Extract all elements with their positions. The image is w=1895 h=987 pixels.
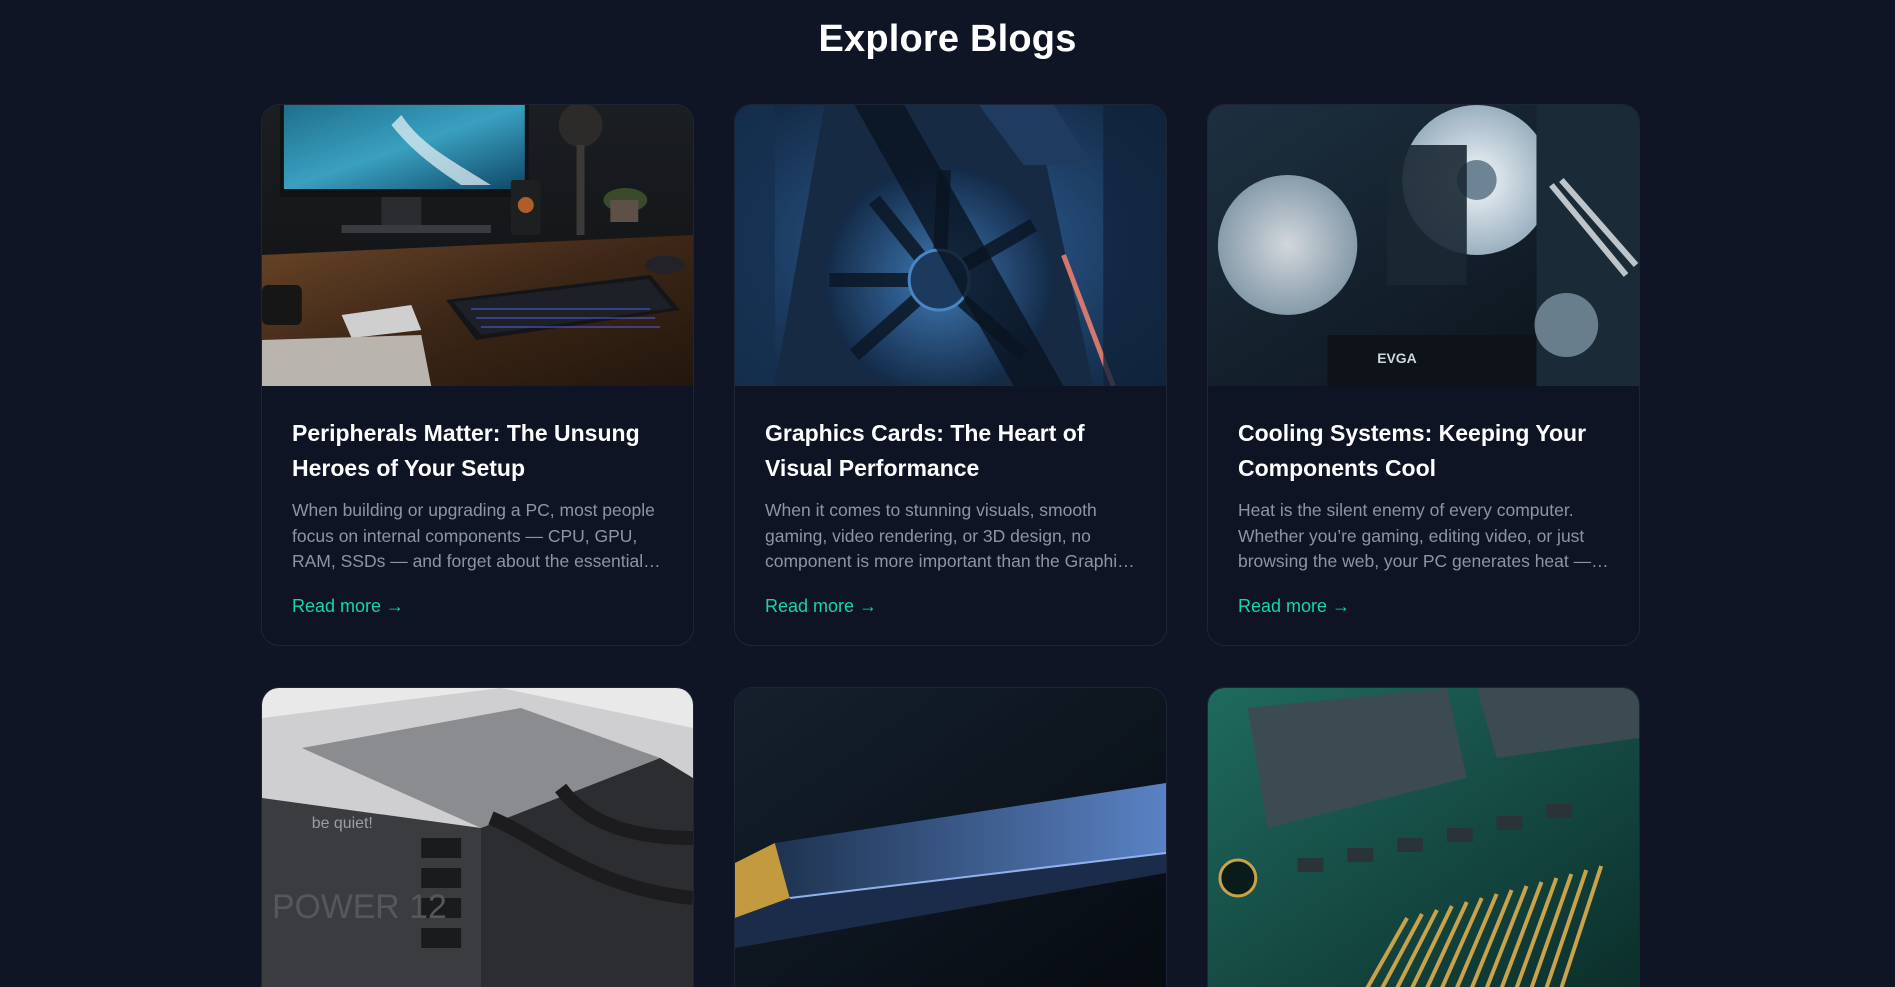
page-title: Explore Blogs (818, 18, 1077, 60)
blog-card-cooling-systems[interactable]: EVGA Cooling Systems: Keeping Your Compo… (1207, 104, 1640, 646)
blog-card-excerpt: Heat is the silent enemy of every comput… (1238, 500, 1592, 571)
blog-image-desk-setup[interactable] (262, 105, 693, 386)
blog-image-cooling[interactable]: EVGA (1208, 105, 1639, 386)
blog-image-ssd[interactable] (735, 688, 1166, 987)
blog-card-ssd[interactable] (734, 687, 1167, 987)
blog-card-peripherals[interactable]: Peripherals Matter: The Unsung Heroes of… (261, 104, 694, 646)
blog-card-title[interactable]: Graphics Cards: The Heart of Visual Perf… (765, 416, 1136, 486)
blog-card-graphics-cards[interactable]: Graphics Cards: The Heart of Visual Perf… (734, 104, 1167, 646)
read-more-link[interactable]: Read more → (292, 596, 404, 617)
blog-card-memory[interactable] (1207, 687, 1640, 987)
blog-image-psu[interactable]: be quiet! POWER 12 (262, 688, 693, 987)
blog-card-power-supply[interactable]: be quiet! POWER 12 (261, 687, 694, 987)
blog-grid: Peripherals Matter: The Unsung Heroes of… (261, 104, 1640, 987)
svg-text:POWER 12: POWER 12 (272, 888, 447, 926)
blog-image-ram[interactable] (1208, 688, 1639, 987)
blog-card-excerpt: When building or upgrading a PC, most pe… (292, 500, 655, 571)
blog-card-title[interactable]: Cooling Systems: Keeping Your Components… (1238, 416, 1609, 486)
svg-text:EVGA: EVGA (1377, 350, 1416, 366)
blog-image-gpu[interactable] (735, 105, 1166, 386)
read-more-link[interactable]: Read more → (765, 596, 877, 617)
blog-card-title[interactable]: Peripherals Matter: The Unsung Heroes of… (292, 416, 663, 486)
blog-card-excerpt: When it comes to stunning visuals, smoot… (765, 500, 1135, 571)
read-more-link[interactable]: Read more → (1238, 596, 1350, 617)
svg-text:be quiet!: be quiet! (312, 815, 373, 832)
